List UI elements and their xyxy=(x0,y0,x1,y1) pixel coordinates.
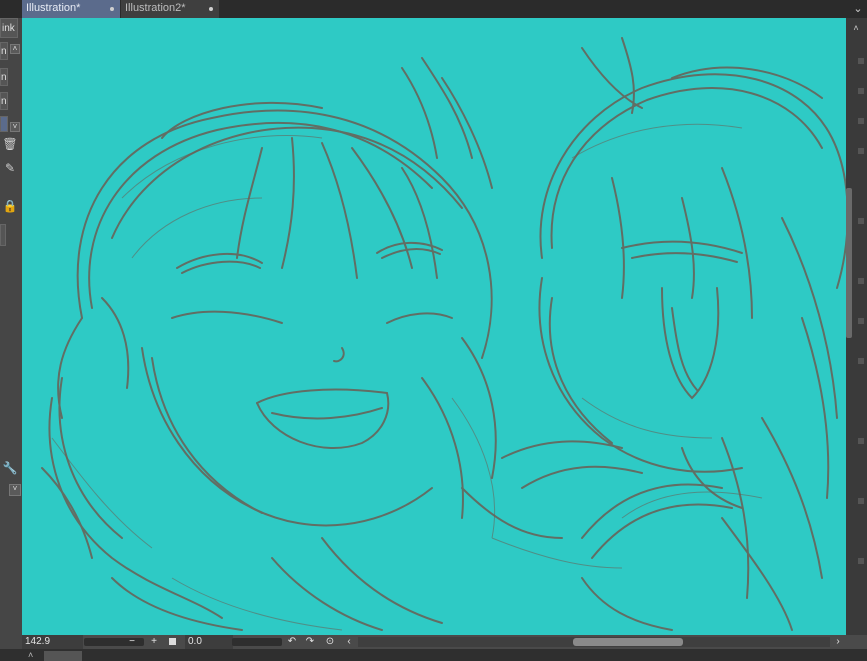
left-panel-label: n xyxy=(1,46,7,57)
zoom-out-icon[interactable]: − xyxy=(126,635,138,649)
scroll-marker xyxy=(858,58,864,64)
scroll-marker xyxy=(858,358,864,364)
scroll-marker xyxy=(858,438,864,444)
rotation-field[interactable]: 0.0 xyxy=(185,635,233,649)
horizontal-scroll-thumb[interactable] xyxy=(573,638,683,646)
tab-label: Illustration* xyxy=(26,2,81,14)
footer-panel-tab[interactable] xyxy=(44,651,82,661)
scroll-marker xyxy=(858,558,864,564)
left-panel-item[interactable]: n xyxy=(0,92,8,110)
scroll-marker xyxy=(858,318,864,324)
footer-bar: ˄ xyxy=(0,649,867,661)
scroll-marker xyxy=(858,278,864,284)
chevron-left-icon[interactable]: ‹ xyxy=(344,635,354,649)
chevron-down-icon[interactable]: ˅ xyxy=(10,122,20,132)
close-tab-icon[interactable] xyxy=(110,7,114,11)
close-tab-icon[interactable] xyxy=(209,7,213,11)
vertical-scroll-thumb[interactable] xyxy=(846,188,852,338)
left-panel-label: ink xyxy=(2,23,15,34)
rotation-slider[interactable] xyxy=(232,638,282,646)
left-panel-slider[interactable] xyxy=(0,224,6,246)
chevron-up-icon[interactable]: ˄ xyxy=(28,650,33,660)
zoom-field[interactable]: 142.9 xyxy=(22,635,83,649)
scroll-marker xyxy=(858,118,864,124)
left-panel-label: n xyxy=(1,96,7,107)
pen-icon[interactable]: ✎ xyxy=(2,160,18,176)
left-panel-item[interactable]: n xyxy=(0,42,8,60)
chevron-up-icon[interactable]: ˄ xyxy=(10,44,20,54)
chevron-down-icon[interactable]: ⌄ xyxy=(851,1,865,17)
drawing-canvas[interactable] xyxy=(22,18,846,635)
chevron-right-icon[interactable]: › xyxy=(833,635,843,649)
left-panel-item-selected[interactable] xyxy=(0,116,8,132)
scroll-marker xyxy=(858,218,864,224)
wrench-icon[interactable]: 🔧 xyxy=(2,460,18,476)
trash-icon[interactable]: 🗑 xyxy=(2,136,18,152)
sketch-artwork xyxy=(41,37,846,631)
document-tab-bar: Illustration* Illustration2* ⌄ xyxy=(0,0,867,18)
left-panel-button[interactable]: ink xyxy=(0,18,18,38)
lock-icon[interactable]: 🔒 xyxy=(2,198,18,214)
scroll-marker xyxy=(858,498,864,504)
rotate-left-icon[interactable]: ↶ xyxy=(286,635,298,649)
left-panel-item[interactable]: n xyxy=(0,68,8,86)
chevron-down-icon[interactable]: ˅ xyxy=(9,484,21,496)
navigator-bar: 142.9 − + 0.0 ↶ ↷ ⊙ ‹ › xyxy=(22,635,867,649)
tab-label: Illustration2* xyxy=(125,2,186,14)
tab-illustration[interactable]: Illustration* xyxy=(22,0,120,18)
chevron-up-icon[interactable]: ˄ xyxy=(850,22,862,34)
scroll-marker xyxy=(858,88,864,94)
horizontal-scrollbar[interactable] xyxy=(358,637,830,647)
tab-illustration2[interactable]: Illustration2* xyxy=(121,0,219,18)
zoom-in-icon[interactable]: + xyxy=(148,635,160,649)
vertical-scrollbar[interactable]: ˄ xyxy=(846,18,867,635)
fit-screen-icon[interactable] xyxy=(168,635,178,649)
scroll-marker xyxy=(858,148,864,154)
rotate-right-icon[interactable]: ↷ xyxy=(304,635,316,649)
left-panel-label: n xyxy=(1,72,7,83)
reset-rotation-icon[interactable]: ⊙ xyxy=(324,635,336,649)
left-panel: ink n ˄ n n ˅ 🗑 ✎ 🔒 🔧 ˅ xyxy=(0,18,22,661)
